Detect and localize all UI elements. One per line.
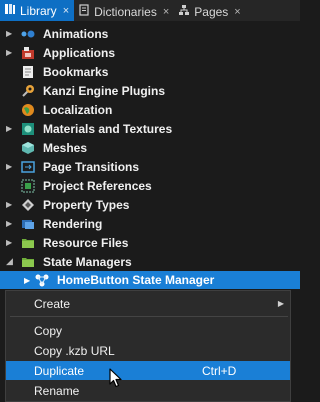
tree-item-label: Property Types xyxy=(43,197,130,212)
property-types-icon xyxy=(20,197,36,213)
close-icon[interactable]: × xyxy=(234,6,240,18)
tree-item-rendering[interactable]: ▶ Rendering xyxy=(0,214,300,233)
tab-pages[interactable]: Pages × xyxy=(174,2,245,21)
collapse-arrow-icon[interactable]: ◢ xyxy=(0,256,14,267)
tree-item-label: Animations xyxy=(43,26,109,41)
expand-arrow-icon[interactable]: ▶ xyxy=(0,276,32,285)
menu-item-label: Copy .kzb URL xyxy=(34,343,115,358)
tab-library[interactable]: Library × xyxy=(0,0,75,21)
expand-arrow-icon[interactable]: ▶ xyxy=(0,29,14,38)
animations-icon xyxy=(20,26,36,42)
tab-label: Pages xyxy=(194,4,229,19)
expand-arrow-icon[interactable]: ▶ xyxy=(0,200,14,209)
tree-item-resource-files[interactable]: ▶ Resource Files xyxy=(0,233,300,252)
meshes-icon xyxy=(20,140,36,156)
tab-label: Library xyxy=(20,3,57,18)
dictionary-icon xyxy=(78,4,90,19)
menu-item-rename[interactable]: Rename xyxy=(6,381,290,400)
menu-item-copy[interactable]: Copy xyxy=(6,321,290,340)
tree-item-project-references[interactable]: Project References xyxy=(0,176,300,195)
menu-item-duplicate[interactable]: Duplicate Ctrl+D xyxy=(6,361,290,380)
state-manager-icon xyxy=(34,272,50,288)
menu-item-create[interactable]: Create ▶ xyxy=(6,294,290,313)
expand-arrow-icon[interactable]: ▶ xyxy=(0,48,14,57)
tree-item-bookmarks[interactable]: Bookmarks xyxy=(0,62,300,81)
bookmarks-icon xyxy=(20,64,36,80)
rendering-icon xyxy=(20,216,36,232)
tree-item-label: Rendering xyxy=(43,216,103,231)
applications-icon xyxy=(20,45,36,61)
tree-item-label: Project References xyxy=(43,178,152,193)
resource-files-icon xyxy=(20,235,36,251)
tree-item-applications[interactable]: ▶ Applications xyxy=(0,43,300,62)
close-icon[interactable]: × xyxy=(163,6,169,18)
expand-arrow-icon[interactable]: ▶ xyxy=(0,124,14,133)
tree-item-homebutton-state-manager[interactable]: ▶ HomeButton State Manager xyxy=(0,271,300,289)
menu-item-label: Duplicate xyxy=(34,363,85,378)
menu-item-label: Rename xyxy=(34,383,80,398)
tree-item-kanzi-engine-plugins[interactable]: Kanzi Engine Plugins xyxy=(0,81,300,100)
tree-item-label: Applications xyxy=(43,45,116,60)
localization-icon xyxy=(20,102,36,118)
menu-item-shortcut: Ctrl+D xyxy=(202,363,237,378)
materials-icon xyxy=(20,121,36,137)
tree-item-localization[interactable]: Localization xyxy=(0,100,300,119)
close-icon[interactable]: × xyxy=(63,5,69,17)
mouse-cursor-icon xyxy=(109,368,122,388)
tree-item-label: Page Transitions xyxy=(43,159,140,174)
expand-arrow-icon[interactable]: ▶ xyxy=(0,219,14,228)
state-managers-icon xyxy=(20,254,36,270)
plugins-icon xyxy=(20,83,36,99)
tree-item-meshes[interactable]: Meshes xyxy=(0,138,300,157)
pages-icon xyxy=(178,4,190,19)
page-transitions-icon xyxy=(20,159,36,175)
tree-item-page-transitions[interactable]: ▶ Page Transitions xyxy=(0,157,300,176)
tree-item-label: Resource Files xyxy=(43,235,129,250)
tree-item-label: State Managers xyxy=(43,254,132,269)
tree-item-animations[interactable]: ▶ Animations xyxy=(0,24,300,43)
expand-arrow-icon[interactable]: ▶ xyxy=(0,238,14,247)
tab-label: Dictionaries xyxy=(94,4,157,19)
tree-item-property-types[interactable]: ▶ Property Types xyxy=(0,195,300,214)
tree-item-label: HomeButton State Manager xyxy=(57,273,215,287)
tree-item-materials-and-textures[interactable]: ▶ Materials and Textures xyxy=(0,119,300,138)
menu-item-label: Create xyxy=(34,296,71,311)
tree-item-label: Materials and Textures xyxy=(43,121,173,136)
tree-item-label: Localization xyxy=(43,102,113,117)
panel-tab-bar: Library × Dictionaries × Pages × xyxy=(0,0,300,21)
project-references-icon xyxy=(20,178,36,194)
library-icon xyxy=(4,3,16,18)
context-menu: Create ▶ Copy Copy .kzb URL Duplicate Ct… xyxy=(5,290,291,402)
tree-item-state-managers[interactable]: ◢ State Managers xyxy=(0,252,300,271)
tree-item-label: Meshes xyxy=(43,140,88,155)
expand-arrow-icon[interactable]: ▶ xyxy=(0,162,14,171)
library-tree: ▶ Animations ▶ Applications Bookmarks Ka… xyxy=(0,24,300,289)
tree-item-label: Kanzi Engine Plugins xyxy=(43,83,166,98)
tab-dictionaries[interactable]: Dictionaries × xyxy=(74,2,174,21)
tree-item-label: Bookmarks xyxy=(43,64,109,79)
menu-separator xyxy=(10,316,288,317)
submenu-arrow-icon: ▶ xyxy=(277,299,284,308)
menu-item-copy-kzb-url[interactable]: Copy .kzb URL xyxy=(6,341,290,360)
menu-item-label: Copy xyxy=(34,323,63,338)
